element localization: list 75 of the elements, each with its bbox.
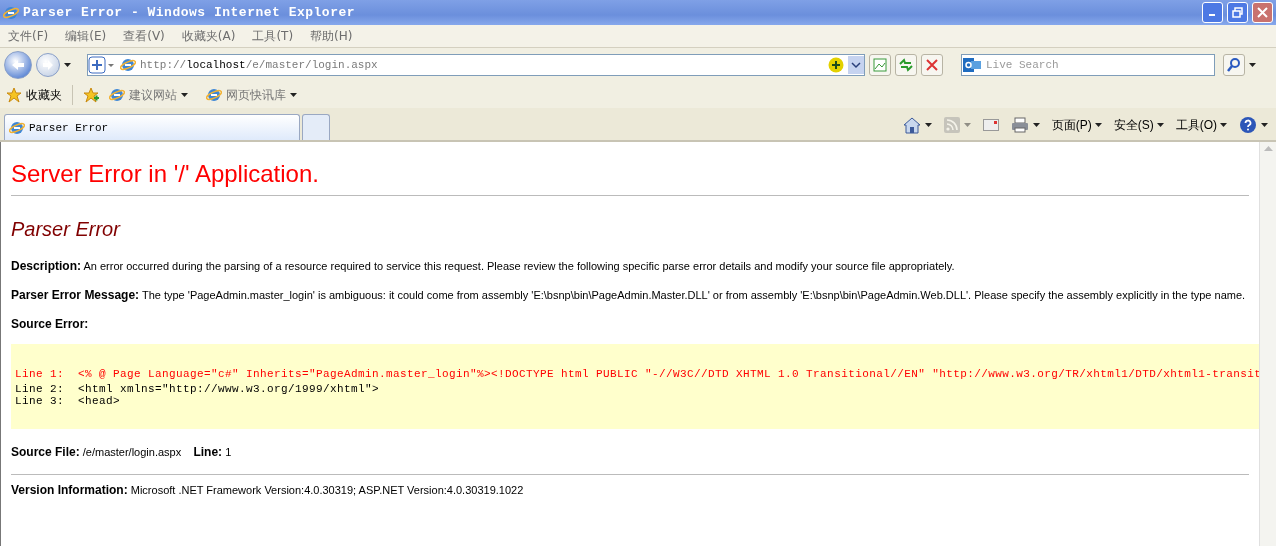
version-info: Version Information: Microsoft .NET Framework Version:4.0.30319; ASP.NET Version:4.0.30319.1022 xyxy=(11,483,525,497)
menu-item[interactable]: 查看(V) xyxy=(123,27,165,45)
error-paragraph: Description: An error occurred during the parsing of a resource required to service this request. Please review the following specific parse error details and modify your source file appropriately. xyxy=(11,259,956,273)
code-line: Line 2: <html xmlns="http://www.w3.org/1999/xhtml"> xyxy=(15,383,381,395)
mail-logo-icon xyxy=(963,57,981,73)
menu-item[interactable]: 收藏夹(A) xyxy=(181,27,236,45)
caret-icon xyxy=(924,123,932,127)
caret-icon xyxy=(963,123,971,127)
scrollbar[interactable] xyxy=(1259,142,1276,546)
command-menu-button[interactable]: 页面(P) xyxy=(1051,116,1102,134)
right-arrow-icon xyxy=(42,60,54,70)
source-file-info: Source File: /e/master/login.aspx Line: 1 xyxy=(11,445,233,459)
close-icon xyxy=(1257,7,1268,18)
menu-item[interactable]: 编辑(E) xyxy=(65,27,107,45)
command-menu-button[interactable]: 安全(S) xyxy=(1113,116,1164,134)
star-add-icon xyxy=(83,87,99,103)
caret-icon xyxy=(64,63,71,67)
left-arrow-icon xyxy=(11,59,25,71)
favorites-link[interactable]: 网页快讯库 xyxy=(202,86,305,104)
caret-icon xyxy=(181,93,188,97)
menu-item[interactable]: 帮助(H) xyxy=(310,27,353,45)
search-field[interactable]: Live Search xyxy=(961,54,1215,76)
help-button[interactable] xyxy=(1239,116,1268,134)
browser-tab[interactable]: Parser Error xyxy=(4,114,300,140)
stop-button[interactable] xyxy=(921,54,943,76)
home-button[interactable] xyxy=(902,116,932,134)
page-icon xyxy=(873,58,887,72)
caret-icon xyxy=(1261,123,1268,127)
refresh-icon xyxy=(898,58,914,72)
caret-icon xyxy=(1220,123,1227,127)
dropdown-icon xyxy=(848,56,864,74)
globe-e-icon xyxy=(9,119,25,136)
address-field[interactable]: http://localhost/e/master/login.aspx xyxy=(87,54,865,76)
close-button[interactable] xyxy=(1252,2,1273,23)
favorites-button[interactable]: 收藏夹 xyxy=(6,86,62,104)
question-icon xyxy=(1239,116,1257,134)
window-title: Parser Error - Windows Internet Explorer xyxy=(23,5,357,20)
caret-icon xyxy=(290,93,297,97)
favorites-link[interactable]: 建议网站 xyxy=(105,86,196,104)
restore-button[interactable] xyxy=(1227,2,1248,23)
compatibility-button[interactable] xyxy=(869,54,891,76)
globe-e-icon xyxy=(206,87,222,103)
close-icon xyxy=(926,59,938,71)
globe-e-icon xyxy=(109,87,125,103)
globe-e-icon xyxy=(120,57,136,73)
forward-button[interactable] xyxy=(36,53,60,77)
print-button[interactable] xyxy=(1010,117,1040,133)
search-button[interactable] xyxy=(1223,54,1245,76)
feed-icon xyxy=(943,117,960,133)
menu-item[interactable]: 工具(T) xyxy=(252,27,294,45)
add-tab-icon xyxy=(88,56,116,74)
envelope-icon xyxy=(982,119,999,131)
page-heading: Server Error in '/' Application. xyxy=(11,160,1249,196)
caret-icon xyxy=(1032,123,1040,127)
globe-e-icon xyxy=(3,4,19,21)
search-icon xyxy=(1227,58,1241,72)
house-icon xyxy=(902,116,921,134)
up-arrow-icon xyxy=(1263,146,1273,151)
error-title: Parser Error xyxy=(11,218,122,241)
menu-item[interactable]: 文件(F) xyxy=(8,27,49,45)
refresh-button[interactable] xyxy=(895,54,917,76)
source-error-label: Source Error: xyxy=(11,317,90,331)
caret-icon xyxy=(1249,63,1256,67)
code-line: Line 3: <head> xyxy=(15,395,122,407)
plus-circle-icon xyxy=(828,57,844,73)
printer-icon xyxy=(1010,117,1029,133)
mail-button[interactable] xyxy=(982,119,999,131)
minimize-button[interactable] xyxy=(1202,2,1223,23)
restore-icon xyxy=(1232,7,1243,18)
caret-icon xyxy=(1094,123,1102,127)
caret-icon xyxy=(1156,123,1164,127)
error-paragraph: Parser Error Message: The type 'PageAdmin.master_login' is ambiguous: it could come from assembly 'E:\bsnp\bin\PageAdmin.Master.DLL' or from assembly 'E:\bsnp\bin\PageAdmin.Web.DLL'. Please specify the assembly explicitly in the type name. xyxy=(11,288,1247,302)
command-menu-button[interactable]: 工具(O) xyxy=(1175,116,1227,134)
star-icon xyxy=(6,87,22,103)
back-button[interactable] xyxy=(4,51,32,79)
